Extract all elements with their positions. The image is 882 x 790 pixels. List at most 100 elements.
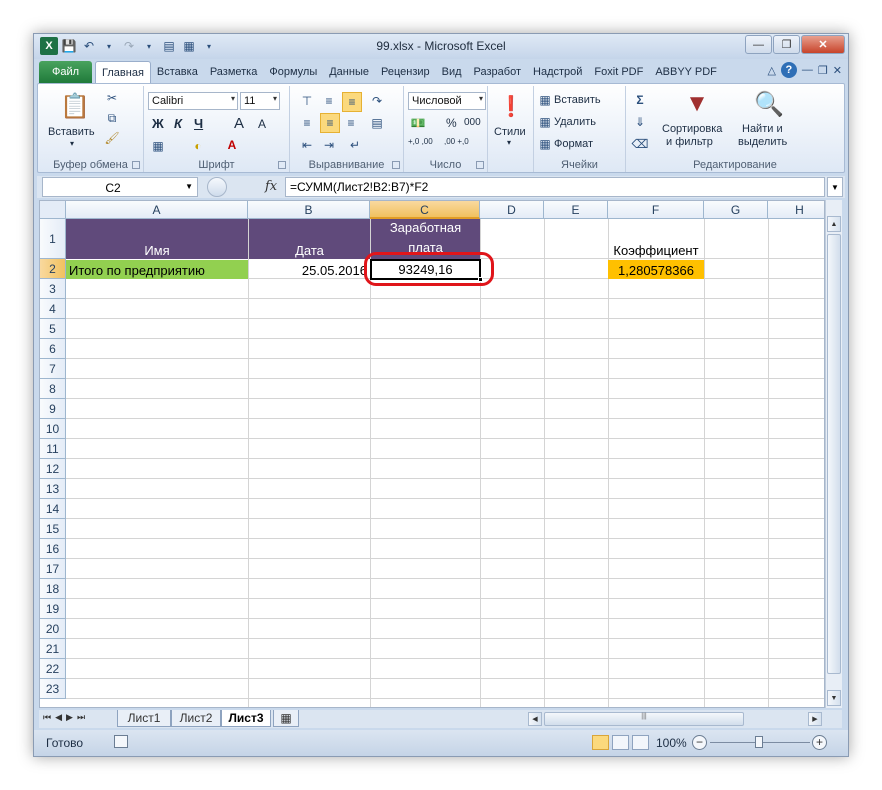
row-header-14[interactable]: 14 [40, 499, 66, 519]
vertical-scrollbar[interactable]: ▲ ▼ [825, 200, 842, 708]
percent-button[interactable]: % [446, 116, 457, 130]
column-header-f[interactable]: F [608, 201, 704, 219]
tab-insert[interactable]: Вставка [151, 61, 204, 83]
font-launcher-icon[interactable] [278, 161, 286, 169]
cell-b1[interactable]: Дата [249, 219, 370, 259]
align-right-icon[interactable]: ≡ [342, 114, 360, 132]
font-size-combo[interactable]: 11 ▾ [240, 92, 280, 110]
tab-home[interactable]: Главная [95, 61, 151, 83]
sort-filter-icon[interactable]: ▼ [682, 88, 712, 120]
row-header-6[interactable]: 6 [40, 339, 66, 359]
minimize-button[interactable]: — [745, 35, 772, 54]
row-header-19[interactable]: 19 [40, 599, 66, 619]
paste-icon[interactable]: 📋 [60, 90, 90, 122]
fill-icon[interactable]: ⇓ [632, 114, 648, 130]
borders-icon[interactable]: ▦ [150, 138, 166, 154]
format-cells-icon[interactable]: ▦ [538, 136, 552, 152]
grow-font-button[interactable]: A [234, 115, 244, 132]
align-left-icon[interactable]: ≡ [298, 114, 316, 132]
number-format-combo[interactable]: Числовой ▾ [408, 92, 486, 110]
clear-icon[interactable]: ⌫ [632, 136, 649, 152]
italic-button[interactable]: К [174, 116, 182, 131]
shrink-font-button[interactable]: A [258, 117, 266, 131]
zoom-out-button[interactable]: − [692, 735, 707, 750]
copy-icon[interactable]: ⧉ [104, 110, 120, 126]
increase-indent-icon[interactable]: ⇥ [320, 136, 338, 154]
tab-formulas[interactable]: Формулы [263, 61, 323, 83]
cell-f2[interactable]: 1,280578366 [608, 260, 704, 279]
sort-filter-button[interactable]: Сортировка [662, 123, 722, 135]
tab-page-layout[interactable]: Разметка [204, 61, 264, 83]
row-header-13[interactable]: 13 [40, 479, 66, 499]
row-header-12[interactable]: 12 [40, 459, 66, 479]
insert-function-icon[interactable]: fx [265, 179, 277, 194]
help-icon[interactable]: ? [780, 62, 797, 78]
scroll-down-icon[interactable]: ▼ [827, 690, 841, 706]
scroll-up-icon[interactable]: ▲ [827, 216, 841, 232]
align-center-icon[interactable]: ≡ [320, 113, 340, 133]
insert-sheet-icon[interactable]: ▦ [273, 710, 299, 727]
underline-button[interactable]: Ч [194, 116, 203, 131]
thousands-button[interactable]: 000 [464, 117, 481, 128]
cell-f1[interactable]: Коэффициент [608, 239, 704, 259]
row-header-1[interactable]: 1 [40, 219, 66, 259]
row-header-7[interactable]: 7 [40, 359, 66, 379]
find-select-icon[interactable]: 🔍 [754, 88, 784, 120]
expand-formula-bar-icon[interactable]: ▼ [827, 177, 843, 197]
zoom-in-button[interactable]: + [812, 735, 827, 750]
row-header-17[interactable]: 17 [40, 559, 66, 579]
delete-cells-button[interactable]: Удалить [554, 116, 596, 128]
zoom-slider-knob[interactable] [755, 736, 763, 748]
delete-cells-icon[interactable]: ▦ [538, 114, 552, 130]
row-header-20[interactable]: 20 [40, 619, 66, 639]
next-sheet-icon[interactable]: ▶ [66, 712, 73, 723]
restore-button[interactable]: ❐ [773, 35, 800, 54]
row-header-2[interactable]: 2 [40, 259, 66, 279]
cell-a1[interactable]: Имя [66, 219, 248, 259]
sort-filter-button-line2[interactable]: и фильтр [666, 136, 713, 148]
column-header-d[interactable]: D [480, 201, 544, 219]
cell-a2[interactable]: Итого по предприятию [66, 260, 248, 279]
column-header-a[interactable]: A [66, 201, 248, 219]
tab-addins[interactable]: Надстрой [527, 61, 588, 83]
merge-center-icon[interactable]: ▤ [368, 114, 386, 132]
doc-restore-icon[interactable]: ❐ [818, 64, 828, 77]
record-macro-icon[interactable] [114, 735, 128, 748]
font-color-icon[interactable]: A [224, 136, 240, 154]
row-header-21[interactable]: 21 [40, 639, 66, 659]
doc-close-icon[interactable]: ✕ [833, 64, 842, 77]
column-header-b[interactable]: B [248, 201, 370, 219]
page-break-view-icon[interactable] [632, 735, 649, 750]
formula-bar-resize-icon[interactable] [207, 177, 227, 197]
name-box[interactable]: C2 ▼ [42, 177, 198, 197]
tab-file[interactable]: Файл [39, 61, 93, 83]
find-select-button[interactable]: Найти и [742, 123, 783, 135]
doc-minimize-icon[interactable]: — [802, 64, 813, 76]
row-header-9[interactable]: 9 [40, 399, 66, 419]
align-bottom-icon[interactable]: ≡ [342, 92, 362, 112]
sheet-tab-list3[interactable]: Лист3 [221, 710, 271, 727]
increase-decimal-button[interactable]: +,0 ,00 [408, 138, 442, 146]
cut-icon[interactable]: ✂ [104, 90, 120, 106]
row-header-16[interactable]: 16 [40, 539, 66, 559]
number-launcher-icon[interactable] [476, 161, 484, 169]
tab-view[interactable]: Вид [436, 61, 468, 83]
horizontal-scroll-thumb[interactable]: ||| [544, 712, 744, 726]
tab-data[interactable]: Данные [323, 61, 375, 83]
decrease-decimal-button[interactable]: ,00 +,0 [444, 138, 478, 146]
clipboard-launcher-icon[interactable] [132, 161, 140, 169]
align-top-icon[interactable]: ⊤ [298, 92, 316, 110]
wrap-text-icon[interactable]: ↵ [346, 136, 364, 154]
close-button[interactable]: ✕ [801, 35, 845, 54]
scroll-left-icon[interactable]: ◀ [528, 712, 542, 726]
insert-cells-button[interactable]: Вставить [554, 94, 601, 106]
row-header-8[interactable]: 8 [40, 379, 66, 399]
column-header-h[interactable]: H [768, 201, 824, 219]
row-header-3[interactable]: 3 [40, 279, 66, 299]
select-all-corner[interactable] [40, 201, 66, 219]
page-layout-view-icon[interactable] [612, 735, 629, 750]
column-header-c[interactable]: C [370, 201, 480, 219]
align-middle-icon[interactable]: ≡ [320, 92, 338, 110]
row-header-4[interactable]: 4 [40, 299, 66, 319]
find-select-button-line2[interactable]: выделить [738, 136, 787, 148]
